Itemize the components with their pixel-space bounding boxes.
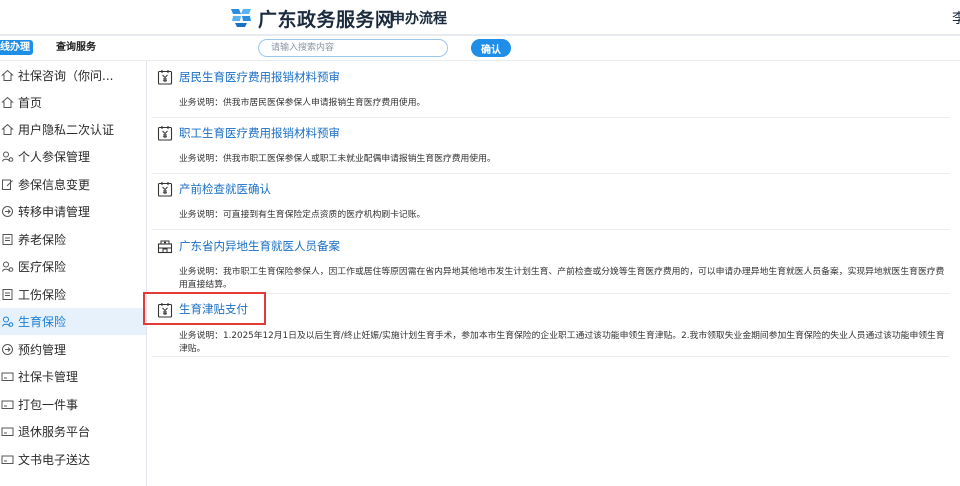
sidebar-item-home[interactable]: 首页 [0,89,146,116]
yuan-document-icon [157,125,173,141]
card-icon [1,425,14,438]
sidebar-item-card-management[interactable]: 社保卡管理 [0,363,146,390]
sidebar-item-label: 预约管理 [18,343,67,357]
entry-title-remote-maternity-record[interactable]: 广东省内异地生育就医人员备案 [179,238,340,254]
user-icon [1,150,14,163]
sidebar-item-label: 用户隐私二次认证 [18,123,115,137]
entry-description: 业务说明：我市职工生育保险参保人，因工作或居住等原因需在省内异地其他地市发生计划… [179,267,945,290]
entry-title-employee-maternity-preaudit[interactable]: 职工生育医疗费用报销材料预审 [179,125,340,141]
entry-divider [152,229,949,230]
sidebar-item-info-change[interactable]: 参保信息变更 [0,171,146,198]
card-icon [1,398,14,411]
entry-description: 业务说明：1.2025年12月1日及以后生育/终止妊娠/实施计划生育手术，参加本… [179,331,945,354]
sidebar-item-label: 打包一件事 [18,398,79,412]
home-icon [1,96,14,109]
transfer-icon [1,205,14,218]
tab-online-handling[interactable]: 线办理 [0,40,33,55]
chat-icon [1,69,14,82]
hospital-icon [157,238,173,254]
entry-divider [152,173,949,174]
transfer-icon [1,343,14,356]
header-divider-line [0,34,960,36]
sidebar-item-pension-insurance[interactable]: 养老保险 [0,226,146,253]
user-name[interactable]: 李 [952,8,960,28]
sidebar-item-injury-insurance[interactable]: 工伤保险 [0,281,146,308]
confirm-button[interactable]: 确认 [471,39,511,57]
site-logo-icon[interactable] [229,6,253,28]
highlight-box [143,292,266,325]
sidebar-item-retirement-service[interactable]: 退休服务平台 [0,418,146,445]
edit-icon [1,178,14,191]
entry-title-prenatal-confirmation[interactable]: 产前检查就医确认 [179,181,271,197]
sidebar-item-medical-insurance[interactable]: 医疗保险 [0,253,146,280]
entry-divider [152,117,949,118]
sidebar-item-privacy-auth[interactable]: 用户隐私二次认证 [0,116,146,143]
sidebar-item-label: 转移申请管理 [18,205,91,219]
entry-title-resident-maternity-preaudit[interactable]: 居民生育医疗费用报销材料预审 [179,69,340,85]
sidebar-item-label: 医疗保险 [18,260,67,274]
card-icon [1,453,14,466]
sidebar-item-label: 工伤保险 [18,288,67,302]
tab-query-service[interactable]: 查询服务 [56,40,96,55]
entry-description: 业务说明：可直接到有生育保险定点资质的医疗机构刷卡记账。 [179,210,426,220]
yuan-document-icon [157,181,173,197]
document-icon [1,233,14,246]
entry-divider [152,293,949,294]
sidebar-item-social-insurance-consult[interactable]: 社保咨询（你问... [0,62,146,89]
entry-description: 业务说明：供我市职工医保参保人或职工未就业配偶申请报销生育医疗费用使用。 [179,154,496,164]
sidebar-item-transfer-apply[interactable]: 转移申请管理 [0,198,146,225]
home-icon [1,123,14,136]
sidebar-item-label: 社保卡管理 [18,370,79,384]
sidebar-item-label: 文书电子送达 [18,453,91,467]
search-input[interactable] [258,39,448,57]
page-header: 广东政务服务网 申办流程 李 [0,0,960,34]
document-icon [1,288,14,301]
sidebar-item-label: 养老保险 [18,233,67,247]
entry-description: 业务说明：供我市居民医保参保人申请报销生育医疗费用使用。 [179,98,426,108]
header-divider [378,10,379,24]
sidebar-item-personal-insurance[interactable]: 个人参保管理 [0,143,146,170]
user-icon [1,315,14,328]
sidebar-item-bundle-service[interactable]: 打包一件事 [0,391,146,418]
sidebar: 社保咨询（你问... 首页 用户隐私二次认证 个人参保管理 参保信息变更 转移申… [0,61,147,486]
sidebar-item-label: 参保信息变更 [18,178,91,192]
page-title: 申办流程 [391,11,447,27]
sidebar-item-label: 社保咨询（你问... [18,69,114,83]
site-title[interactable]: 广东政务服务网 [258,5,395,32]
yuan-document-icon [157,69,173,85]
sidebar-item-maternity-insurance[interactable]: 生育保险 [0,308,146,335]
user-icon [1,260,14,273]
entry-divider [152,356,949,357]
card-icon [1,370,14,383]
sidebar-item-label: 首页 [18,96,43,110]
sidebar-item-label: 生育保险 [18,315,67,329]
sidebar-item-label: 退休服务平台 [18,425,91,439]
sidebar-item-document-delivery[interactable]: 文书电子送达 [0,446,146,473]
sidebar-item-appointment[interactable]: 预约管理 [0,336,146,363]
sidebar-item-label: 个人参保管理 [18,150,91,164]
